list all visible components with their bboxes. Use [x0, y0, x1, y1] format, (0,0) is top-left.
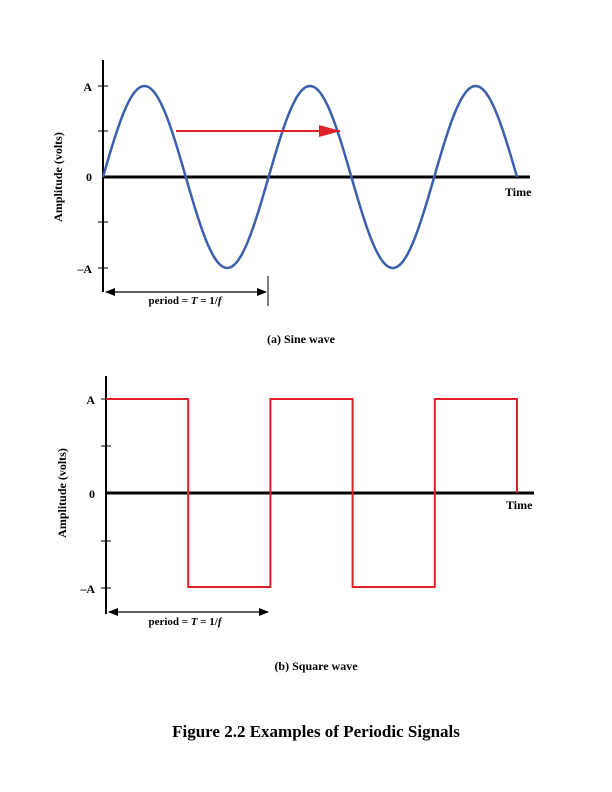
- sine-x-axis-title: Time: [505, 185, 532, 199]
- sine-tick-label-zero: 0: [86, 170, 92, 184]
- sine-period-label: period = T = 1/f: [148, 295, 222, 307]
- square-tick-label-zero: 0: [89, 487, 95, 501]
- sine-wave-panel: A 0 –A Amplitude (volts) Time period = T…: [51, 60, 532, 346]
- square-period-label: period = T = 1/f: [148, 616, 222, 628]
- figure-caption: Figure 2.2 Examples of Periodic Signals: [172, 722, 460, 741]
- square-tick-label-neg-a: –A: [79, 582, 95, 596]
- sine-y-axis-title: Amplitude (volts): [51, 132, 65, 222]
- square-tick-label-a: A: [86, 393, 95, 407]
- square-caption: (b) Square wave: [274, 659, 358, 673]
- periodic-signals-figure: A 0 –A Amplitude (volts) Time period = T…: [51, 60, 534, 741]
- square-y-axis-title: Amplitude (volts): [55, 448, 69, 538]
- sine-tick-label-a: A: [83, 80, 92, 94]
- sine-tick-label-neg-a: –A: [76, 262, 92, 276]
- square-x-axis-title: Time: [506, 498, 533, 512]
- square-wave-panel: A 0 –A Amplitude (volts) Time period = T…: [55, 376, 534, 673]
- sine-caption: (a) Sine wave: [267, 332, 336, 346]
